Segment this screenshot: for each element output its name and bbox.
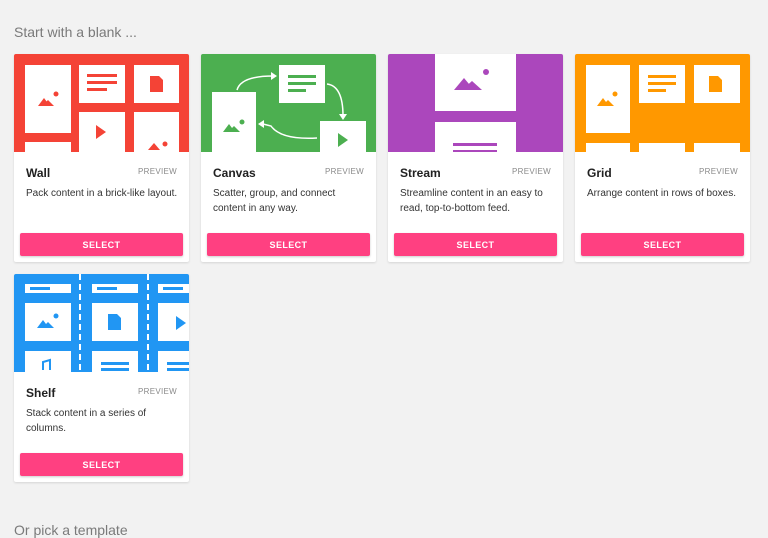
select-button-canvas[interactable]: SELECT [207, 233, 370, 256]
grid-thumbnail[interactable] [575, 54, 750, 152]
card-title: Canvas [213, 166, 256, 180]
preview-link[interactable]: PREVIEW [325, 167, 364, 176]
select-button-grid[interactable]: SELECT [581, 233, 744, 256]
wall-thumbnail[interactable] [14, 54, 189, 152]
pick-template-heading: Or pick a template [14, 522, 128, 538]
preview-link[interactable]: PREVIEW [512, 167, 551, 176]
card-title: Stream [400, 166, 441, 180]
start-blank-heading: Start with a blank ... [14, 24, 137, 40]
card-description: Streamline content in an easy to read, t… [400, 188, 543, 214]
layout-card-grid: Grid PREVIEW Arrange content in rows of … [575, 54, 750, 262]
layout-card-shelf: Shelf PREVIEW Stack content in a series … [14, 274, 189, 482]
card-description: Scatter, group, and connect content in a… [213, 188, 336, 214]
shelf-thumbnail[interactable] [14, 274, 189, 372]
preview-link[interactable]: PREVIEW [138, 167, 177, 176]
select-button-shelf[interactable]: SELECT [20, 453, 183, 476]
card-description: Stack content in a series of columns. [26, 408, 147, 434]
layout-card-wall: Wall PREVIEW Pack content in a brick-lik… [14, 54, 189, 262]
canvas-thumbnail[interactable] [201, 54, 376, 152]
layout-card-canvas: Canvas PREVIEW Scatter, group, and conne… [201, 54, 376, 262]
layout-card-stream: Stream PREVIEW Streamline content in an … [388, 54, 563, 262]
select-button-stream[interactable]: SELECT [394, 233, 557, 256]
card-title: Shelf [26, 386, 56, 400]
preview-link[interactable]: PREVIEW [699, 167, 738, 176]
select-button-wall[interactable]: SELECT [20, 233, 183, 256]
stream-thumbnail[interactable] [388, 54, 563, 152]
card-title: Wall [26, 166, 51, 180]
card-description: Pack content in a brick-like layout. [26, 188, 178, 199]
card-description: Arrange content in rows of boxes. [587, 188, 736, 199]
preview-link[interactable]: PREVIEW [138, 387, 177, 396]
card-title: Grid [587, 166, 612, 180]
